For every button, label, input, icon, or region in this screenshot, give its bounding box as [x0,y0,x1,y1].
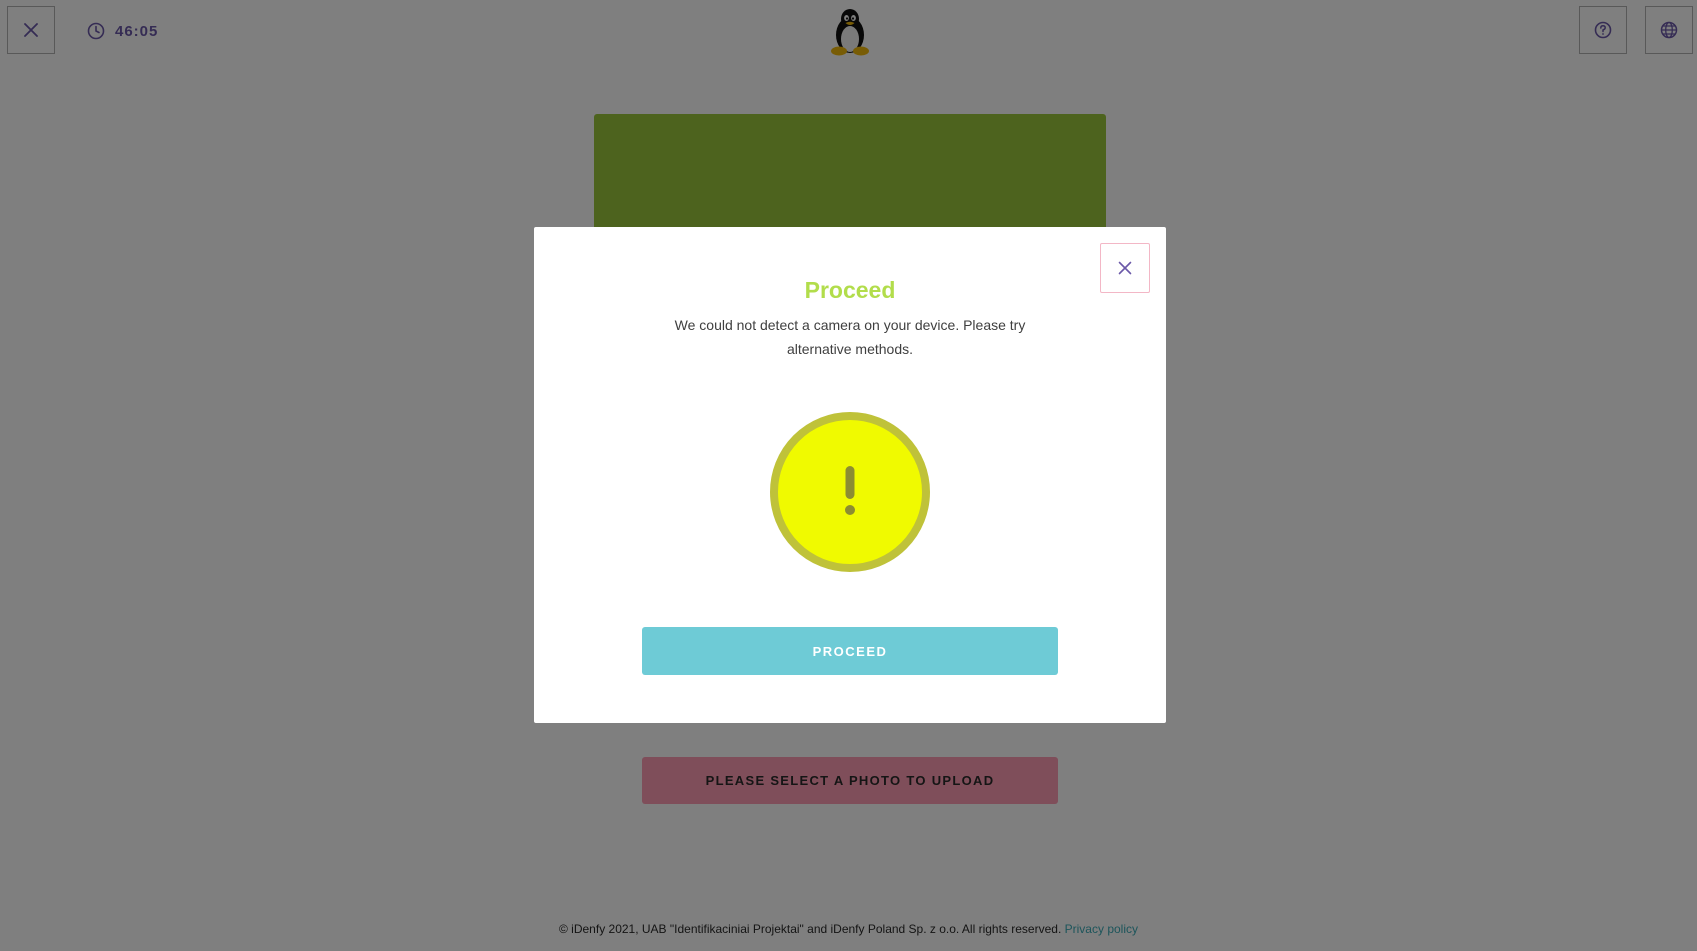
proceed-modal: Proceed We could not detect a camera on … [534,227,1166,723]
close-icon [1118,261,1132,275]
proceed-button[interactable]: PROCEED [642,627,1058,675]
modal-title: Proceed [804,277,896,303]
modal-message: We could not detect a camera on your dev… [674,317,1026,357]
exclamation-warning-icon [770,412,930,572]
